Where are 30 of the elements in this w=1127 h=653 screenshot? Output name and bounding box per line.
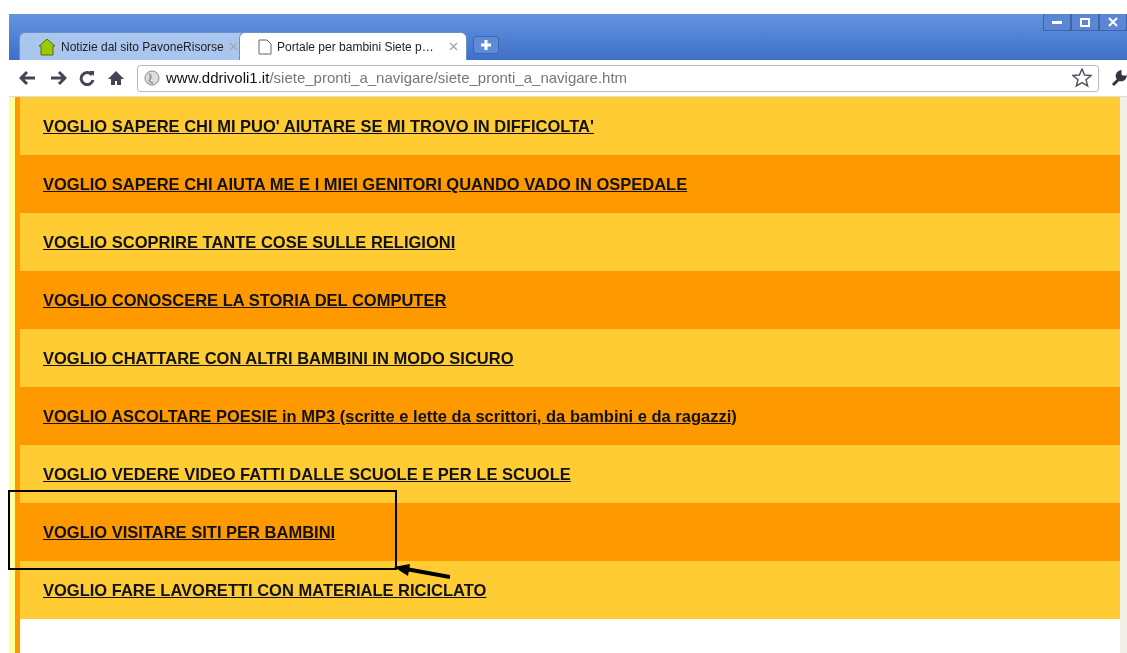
menu-link[interactable]: VOGLIO SAPERE CHI AIUTA ME E I MIEI GENITORI QUANDO VADO IN OSPEDALE: [43, 171, 688, 197]
menu-link[interactable]: VOGLIO FARE LAVORETTI CON MATERIALE RICICLATO: [43, 577, 487, 603]
house-icon: [38, 37, 56, 56]
close-button[interactable]: [1099, 14, 1127, 31]
back-icon[interactable]: [19, 70, 37, 86]
maximize-icon: [1080, 17, 1090, 27]
menu-link[interactable]: VOGLIO VISITARE SITI PER BAMBINI: [43, 519, 336, 545]
browser-tab[interactable]: Portale per bambini Siete p…: [239, 32, 467, 60]
menu-link[interactable]: VOGLIO CONOSCERE LA STORIA DEL COMPUTER: [43, 287, 447, 313]
home-icon[interactable]: [107, 70, 125, 86]
new-tab-button[interactable]: [473, 36, 499, 54]
menu-link[interactable]: VOGLIO CHATTARE CON ALTRI BAMBINI IN MODO SICURO: [43, 345, 514, 371]
menu-link[interactable]: VOGLIO ASCOLTARE POESIE in MP3 (scritte e lette da scrittori, da bambini e da ragazzi): [43, 403, 737, 429]
address-bar[interactable]: www.ddrivoli1.it/siete_pronti_a_navigare/siete_pronti_a_navigare.htm: [137, 64, 1099, 92]
menu-link[interactable]: VOGLIO SCOPRIRE TANTE COSE SULLE RELIGIONI: [43, 229, 456, 255]
scrollbar[interactable]: [1120, 97, 1127, 653]
minimize-button[interactable]: [1043, 14, 1071, 31]
minimize-icon: [1052, 20, 1062, 24]
star-icon[interactable]: [1072, 68, 1092, 88]
menu-link[interactable]: VOGLIO VEDERE VIDEO FATTI DALLE SCUOLE E PER LE SCUOLE: [43, 461, 571, 487]
forward-icon[interactable]: [49, 70, 67, 86]
close-icon: [1108, 17, 1118, 27]
menu-link[interactable]: VOGLIO SAPERE CHI MI PUO' AIUTARE SE MI TROVO IN DIFFICOLTA': [43, 113, 594, 139]
plus-icon: [480, 39, 492, 51]
page-icon: [258, 38, 272, 55]
wrench-icon[interactable]: [1111, 69, 1127, 87]
globe-icon: [144, 70, 160, 86]
reload-icon[interactable]: [79, 70, 95, 86]
maximize-button[interactable]: [1071, 14, 1099, 31]
pointer-arrow: [394, 563, 450, 579]
